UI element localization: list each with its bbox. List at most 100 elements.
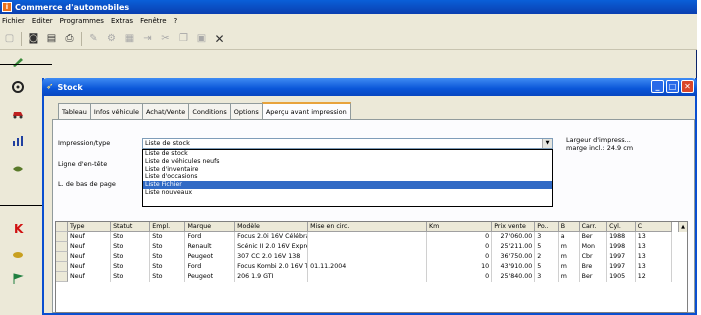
cell-boite[interactable]: m [559,272,580,282]
cell-cylindree[interactable]: 1988 [607,232,636,242]
column-header-carrosserie[interactable]: Carr. [579,222,608,232]
print-preview-icon[interactable]: ⎙ [63,32,76,45]
tab-apercu-impression[interactable]: Aperçu avant impression [261,102,351,119]
cell-cylindree[interactable]: 1997 [607,262,636,272]
column-header-km[interactable]: Km [426,222,493,232]
row-selector[interactable] [56,272,68,282]
column-header-cylindree[interactable]: Cyl. [607,222,636,232]
column-header-marque[interactable]: Marque [185,222,236,232]
cell-cylindree[interactable]: 1997 [607,252,636,262]
cell-cylindree[interactable]: 1905 [607,272,636,282]
cell-prix-vente[interactable]: 36'750.00 [492,252,536,262]
row-selector[interactable] [56,242,68,252]
cell-statut[interactable]: Sto [111,242,151,252]
cell-statut[interactable]: Sto [111,252,151,262]
copy-icon[interactable]: ❐ [177,32,190,45]
chart-icon[interactable] [12,135,24,147]
cell-portes[interactable]: 5 [535,242,559,252]
cell-prix-vente[interactable]: 27'060.00 [492,232,536,242]
cell-c[interactable]: 13 [636,232,673,242]
cell-km[interactable]: 0 [427,232,493,242]
cell-km[interactable]: 0 [427,242,493,252]
cell-boite[interactable]: m [559,262,580,272]
cell-statut[interactable]: Sto [111,232,151,242]
stock-grid[interactable]: Type Statut Empl. Marque Modèle Mise en circ.… [55,221,688,313]
chevron-down-icon[interactable]: ▼ [542,139,552,148]
cell-km[interactable]: 10 [427,262,493,272]
new-icon[interactable]: ▢ [3,32,16,45]
cell-c[interactable]: 13 [636,252,673,262]
cell-carrosserie[interactable]: Bre [580,262,608,272]
cell-marque[interactable]: Ford [185,262,236,272]
cell-type[interactable]: Neuf [68,272,112,282]
cell-marque[interactable]: Renault [185,242,236,252]
cell-cylindree[interactable]: 1998 [607,242,636,252]
column-header-c[interactable]: C [635,222,673,232]
dropdown-option[interactable]: Liste de stock [143,150,552,158]
cell-empl[interactable]: Sto [150,242,186,252]
menu-programmes[interactable]: Programmes [60,17,104,25]
cell-marque[interactable]: Ford [185,232,236,242]
tab-tableau[interactable]: Tableau [58,103,91,119]
cell-marque[interactable]: Peugeot [185,272,236,282]
paste-icon[interactable]: ▣ [195,32,208,45]
flag-icon[interactable] [12,273,24,285]
column-header-type[interactable]: Type [68,222,112,232]
cell-type[interactable]: Neuf [68,232,112,242]
table-row[interactable]: NeufStoStoFordFocus 2.0i 16V Célébration… [56,232,687,242]
cut-icon[interactable]: ✂ [159,32,172,45]
cell-carrosserie[interactable]: Cbr [580,252,608,262]
column-header-boite[interactable]: B [558,222,580,232]
cell-portes[interactable]: 3 [535,272,559,282]
cell-modele[interactable]: Focus Kombi 2.0 16V TDCi Titanium [235,262,309,272]
cell-empl[interactable]: Sto [150,252,186,262]
impression-type-dropdown[interactable]: Liste de stock Liste de véhicules neufs … [142,149,553,207]
column-header-portes[interactable]: Po.. [535,222,559,232]
stock-window-title-bar[interactable]: ➶ Stock _ □ ✕ [42,78,697,96]
dropdown-option[interactable]: Liste nouveaux [143,189,552,197]
cell-empl[interactable]: Sto [150,262,186,272]
cell-statut[interactable]: Sto [111,272,151,282]
cell-empl[interactable]: Sto [150,232,186,242]
column-header-empl[interactable]: Empl. [150,222,186,232]
grid-icon[interactable]: ▦ [123,32,136,45]
dropdown-option[interactable]: Liste de véhicules neufs [143,158,552,166]
pen-icon[interactable] [12,56,24,68]
impression-type-combo[interactable]: Liste de stock ▼ [142,138,553,149]
cell-prix-vente[interactable]: 43'910.00 [492,262,536,272]
steering-wheel-icon[interactable] [12,81,24,93]
close-icon[interactable]: ✕ [681,80,694,93]
cell-km[interactable]: 0 [427,272,493,282]
cell-portes[interactable]: 2 [535,252,559,262]
cell-mise-en-circ[interactable] [308,272,427,282]
cell-modele[interactable]: 206 1.9 GTI [235,272,309,282]
cell-marque[interactable]: Peugeot [185,252,236,262]
cell-mise-en-circ[interactable] [308,242,427,252]
cell-modele[interactable]: Focus 2.0i 16V Célébration [235,232,309,242]
cell-c[interactable]: 12 [636,272,673,282]
cell-boite[interactable]: a [559,232,580,242]
cell-c[interactable]: 13 [636,242,673,252]
cell-mise-en-circ[interactable] [308,232,427,242]
cell-portes[interactable]: 5 [535,262,559,272]
menu-help[interactable]: ? [174,17,178,25]
cell-modele[interactable]: Scénic II 2.0 16V Expression [235,242,309,252]
table-row[interactable]: NeufStoStoFordFocus Kombi 2.0 16V TDCi T… [56,262,687,272]
table-row[interactable]: Neuf Sto Sto Renault Scénic II 2.0 16V Expre… [56,242,687,252]
row-selector[interactable] [56,232,68,242]
tab-conditions[interactable]: Conditions [188,103,231,119]
table-row[interactable]: Neuf Sto Sto Peugeot 206 1.9 GTI 0 25'840.00 3 m… [56,272,687,282]
menu-fenetre[interactable]: Fenêtre [140,17,166,25]
maximize-icon[interactable]: □ [666,80,679,93]
cell-type[interactable]: Neuf [68,262,112,272]
dropdown-option[interactable]: Liste d'inventaire [143,166,552,174]
cell-carrosserie[interactable]: Ber [580,272,608,282]
cell-type[interactable]: Neuf [68,242,112,252]
cell-km[interactable]: 0 [427,252,493,262]
row-selector[interactable] [56,252,68,262]
cell-prix-vente[interactable]: 25'840.00 [492,272,536,282]
scroll-up-icon[interactable]: ▲ [678,222,687,232]
column-header-statut[interactable]: Statut [111,222,151,232]
column-header-prix-vente[interactable]: Prix vente [492,222,536,232]
edit-icon[interactable]: ✎ [87,32,100,45]
